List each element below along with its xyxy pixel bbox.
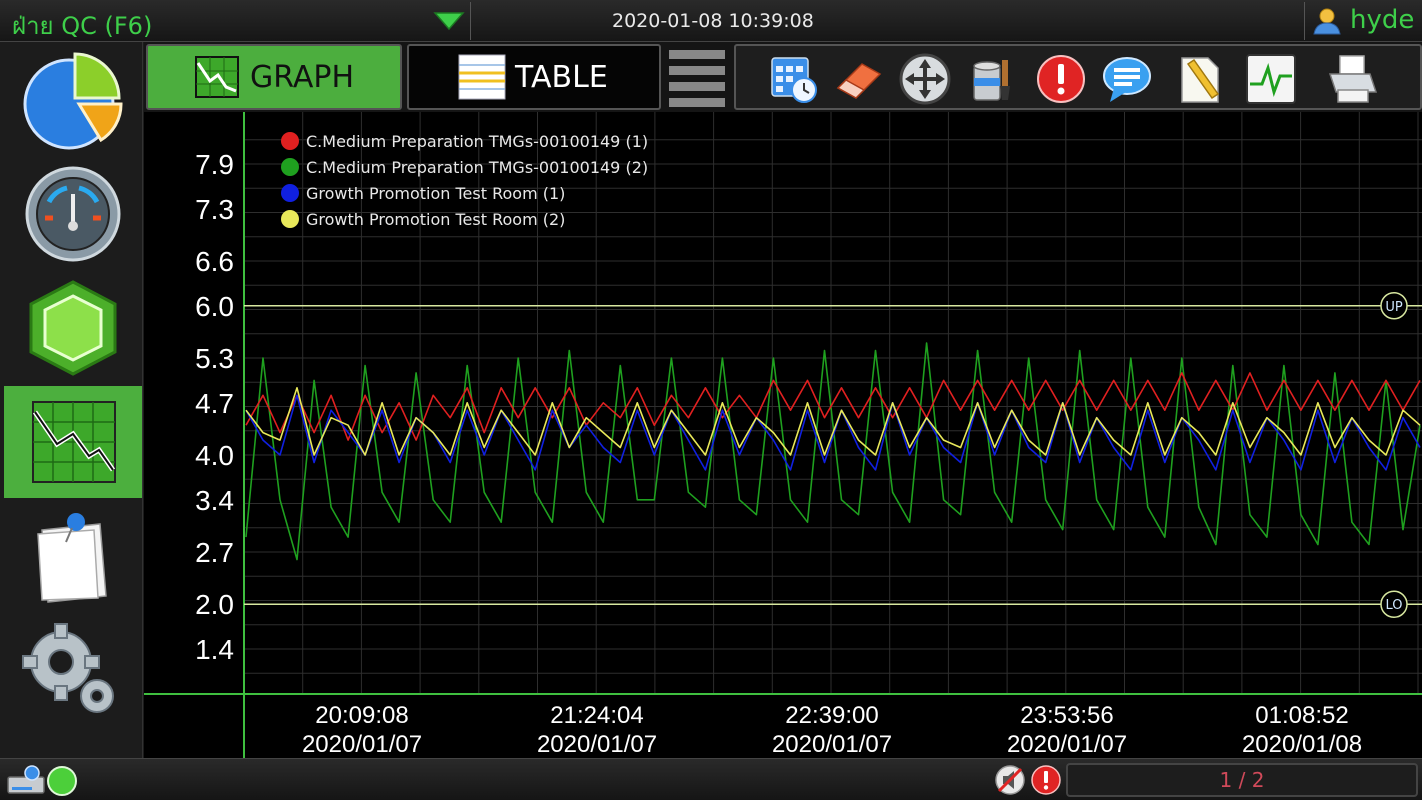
tab-bar: GRAPH TABLE (144, 42, 1422, 112)
y-tick-label: 6.6 (195, 246, 234, 277)
message-bubble-icon[interactable] (1100, 52, 1154, 106)
sidebar-item-graph[interactable] (4, 386, 142, 498)
hexagon-icon (29, 280, 117, 376)
bottom-bar: 1 / 2 (0, 758, 1422, 800)
tab-graph-label: GRAPH (250, 59, 355, 95)
sidebar-item-settings[interactable] (4, 614, 142, 726)
x-tick-date-label: 2020/01/07 (302, 731, 422, 758)
printer-icon[interactable] (1326, 52, 1380, 106)
x-tick-time-label: 01:08:52 (1255, 702, 1348, 729)
x-tick-date-label: 2020/01/07 (537, 731, 657, 758)
y-tick-label: 1.4 (195, 634, 234, 665)
graph-icon (32, 401, 116, 483)
gauge-icon (25, 166, 121, 262)
x-tick-time-label: 22:39:00 (785, 702, 878, 729)
y-tick-label: 6.0 (195, 291, 234, 322)
note-icon (37, 513, 107, 603)
move-arrows-icon[interactable] (898, 52, 952, 106)
trend-chart[interactable]: 7.9 7.3 6.6 6.0 5.3 4.7 4.0 3.4 2.7 2.0 1.4 20:09:0… (144, 112, 1422, 758)
disk-sync-icon[interactable] (6, 763, 46, 797)
alert-icon[interactable] (1034, 52, 1088, 106)
chart-area: 7.9 7.3 6.6 6.0 5.3 4.7 4.0 3.4 2.7 2.0 1.4 20:09:0… (144, 112, 1422, 758)
username[interactable]: hyde (1350, 5, 1414, 35)
x-tick-time-label: 23:53:56 (1020, 702, 1113, 729)
eraser-icon[interactable] (832, 52, 886, 106)
sidebar (0, 42, 143, 758)
alarm-alert-icon[interactable] (1030, 764, 1062, 796)
table-icon (458, 54, 506, 100)
y-tick-label: 2.7 (195, 537, 234, 568)
x-tick-date-label: 2020/01/07 (1007, 731, 1127, 758)
settings-gears-icon (22, 623, 114, 713)
app-window: ฝ่าย QC (F6) 2020-01-08 10:39:08 hyde GR… (0, 0, 1422, 800)
tab-table[interactable]: TABLE (407, 44, 661, 110)
tab-table-label: TABLE (515, 59, 608, 95)
legend-marker (281, 210, 299, 228)
y-tick-label: 3.4 (195, 485, 234, 516)
dropdown-arrow-icon[interactable] (433, 10, 465, 32)
sidebar-item-notes[interactable] (4, 500, 142, 612)
divider (470, 2, 471, 40)
sidebar-item-gauge[interactable] (4, 158, 142, 270)
limit-label-lo: LO (1385, 598, 1402, 613)
legend-label: C.Medium Preparation TMGs-00100149 (2) (306, 158, 648, 177)
pie-chart-icon (23, 52, 123, 150)
y-tick-label: 4.7 (195, 388, 234, 419)
y-tick-label: 7.3 (195, 194, 234, 225)
legend-label: Growth Promotion Test Room (1) (306, 184, 565, 203)
y-tick-label: 4.0 (195, 440, 234, 471)
menu-icon[interactable] (667, 46, 727, 108)
x-tick-time-label: 20:09:08 (315, 702, 408, 729)
trend-line-icon[interactable] (1244, 52, 1298, 106)
y-tick-label: 5.3 (195, 343, 234, 374)
x-tick-date-label: 2020/01/07 (772, 731, 892, 758)
series-line (245, 342, 1421, 561)
top-bar: ฝ่าย QC (F6) 2020-01-08 10:39:08 hyde (0, 0, 1422, 42)
datetime-display: 2020-01-08 10:39:08 (612, 10, 814, 32)
tab-graph[interactable]: GRAPH (146, 44, 402, 110)
paint-bucket-icon[interactable] (964, 52, 1018, 106)
status-green-icon (47, 766, 77, 796)
x-tick-time-label: 21:24:04 (550, 702, 643, 729)
sidebar-item-overview[interactable] (4, 44, 142, 156)
user-icon[interactable] (1312, 7, 1342, 35)
calendar-clock-icon[interactable] (766, 52, 820, 106)
mute-alarm-icon[interactable] (994, 764, 1026, 796)
graph-icon (195, 56, 239, 98)
legend-label: Growth Promotion Test Room (2) (306, 210, 565, 229)
y-tick-label: 7.9 (195, 149, 234, 180)
department-title: ฝ่าย QC (F6) (12, 12, 153, 40)
page-number: 1 / 2 (1219, 768, 1265, 792)
note-pencil-icon[interactable] (1172, 52, 1226, 106)
legend-marker (281, 184, 299, 202)
y-tick-label: 2.0 (195, 589, 234, 620)
x-tick-date-label: 2020/01/08 (1242, 731, 1362, 758)
legend-label: C.Medium Preparation TMGs-00100149 (1) (306, 132, 648, 151)
toolbar (734, 44, 1422, 110)
legend-marker (281, 158, 299, 176)
sidebar-item-monitor[interactable] (4, 272, 142, 384)
limit-label-up: UP (1385, 300, 1403, 315)
page-indicator[interactable]: 1 / 2 (1066, 763, 1418, 797)
legend-marker (281, 132, 299, 150)
divider (1304, 2, 1305, 40)
